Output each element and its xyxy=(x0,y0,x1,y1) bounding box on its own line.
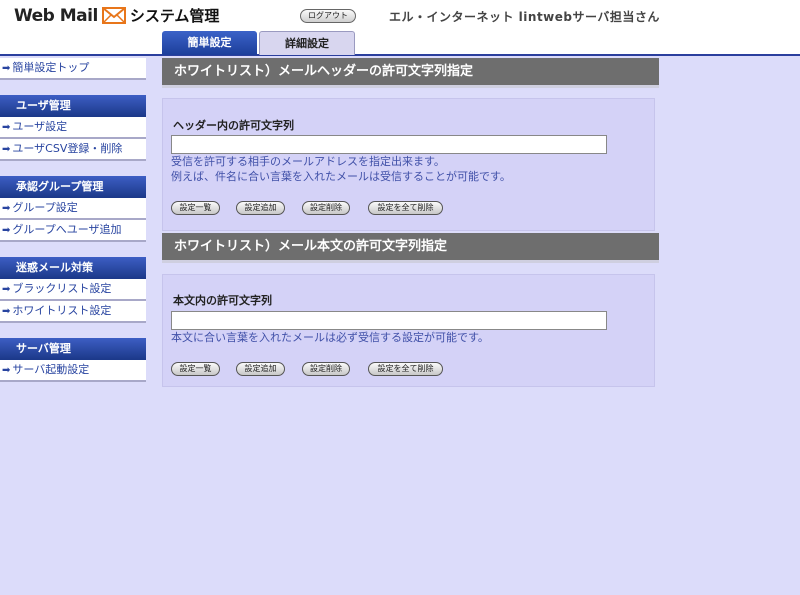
tab-simple-settings[interactable]: 簡単設定 xyxy=(162,31,257,55)
sidebar-item-server-start[interactable]: ➡ サーバ起動設定 xyxy=(0,360,146,382)
field-label-header-string: ヘッダー内の許可文字列 xyxy=(173,119,294,132)
description-text: 受信を許可する相手のメールアドレスを指定出来ます。 例えば、件名に合い言葉を入れ… xyxy=(171,154,511,184)
sidebar-heading-spam: 迷惑メール対策 xyxy=(0,257,146,279)
sidebar-item-label: ユーザ設定 xyxy=(12,120,68,133)
app-logo: Web Mail システム管理 xyxy=(14,5,219,26)
logo-text-webmail: Web Mail xyxy=(14,5,98,26)
top-bar: Web Mail システム管理 ログアウト エル・インターネット lintweb… xyxy=(0,0,800,56)
add-setting-button[interactable]: 設定追加 xyxy=(236,362,285,376)
body-string-input[interactable] xyxy=(171,311,607,330)
field-label-body-string: 本文内の許可文字列 xyxy=(173,294,272,307)
sidebar: ➡ 簡単設定トップ ユーザ管理 ➡ ユーザ設定 ➡ ユーザCSV登録・削除 承認グルー… xyxy=(0,58,146,382)
logout-button[interactable]: ログアウト xyxy=(300,9,356,23)
section-title-header-whitelist: ホワイトリスト）メールヘッダーの許可文字列指定 xyxy=(162,58,659,88)
description-line: 受信を許可する相手のメールアドレスを指定出来ます。 xyxy=(171,155,445,168)
sidebar-item-label: ユーザCSV登録・削除 xyxy=(12,142,123,155)
arrow-right-icon: ➡ xyxy=(2,144,11,155)
delete-all-settings-button[interactable]: 設定を全て削除 xyxy=(368,362,443,376)
sidebar-item-label: サーバ起動設定 xyxy=(12,363,90,376)
description-line: 本文に合い言葉を入れたメールは必ず受信する設定が可能です。 xyxy=(171,331,489,344)
sidebar-heading-approval-groups: 承認グループ管理 xyxy=(0,176,146,198)
delete-setting-button[interactable]: 設定削除 xyxy=(302,201,350,215)
sidebar-item-label: 簡単設定トップ xyxy=(12,61,90,74)
delete-setting-button[interactable]: 設定削除 xyxy=(302,362,350,376)
arrow-right-icon: ➡ xyxy=(2,225,11,236)
logo-text-system: システム管理 xyxy=(129,7,220,25)
envelope-icon xyxy=(101,7,126,24)
sidebar-item-label: ホワイトリスト設定 xyxy=(12,304,112,317)
sidebar-item-label: ブラックリスト設定 xyxy=(12,282,112,295)
description-line: 例えば、件名に合い言葉を入れたメールは受信することが可能です。 xyxy=(171,170,511,183)
sidebar-item-user-csv[interactable]: ➡ ユーザCSV登録・削除 xyxy=(0,139,146,161)
body-whitelist-panel: 本文内の許可文字列 本文に合い言葉を入れたメールは必ず受信する設定が可能です。 … xyxy=(162,274,655,387)
user-info: エル・インターネット lintwebサーバ担当さん xyxy=(389,10,660,24)
sidebar-item-simple-top[interactable]: ➡ 簡単設定トップ xyxy=(0,58,146,80)
header-string-input[interactable] xyxy=(171,135,607,154)
list-settings-button[interactable]: 設定一覧 xyxy=(171,362,220,376)
sidebar-item-blacklist[interactable]: ➡ ブラックリスト設定 xyxy=(0,279,146,301)
header-whitelist-panel: ヘッダー内の許可文字列 受信を許可する相手のメールアドレスを指定出来ます。 例え… xyxy=(162,98,655,231)
sidebar-item-label: グループ設定 xyxy=(12,201,78,214)
arrow-right-icon: ➡ xyxy=(2,284,11,295)
section-title-body-whitelist: ホワイトリスト）メール本文の許可文字列指定 xyxy=(162,233,659,263)
list-settings-button[interactable]: 設定一覧 xyxy=(171,201,220,215)
sidebar-item-whitelist[interactable]: ➡ ホワイトリスト設定 xyxy=(0,301,146,323)
add-setting-button[interactable]: 設定追加 xyxy=(236,201,285,215)
arrow-right-icon: ➡ xyxy=(2,203,11,214)
arrow-right-icon: ➡ xyxy=(2,63,11,74)
arrow-right-icon: ➡ xyxy=(2,365,11,376)
tab-detailed-settings[interactable]: 詳細設定 xyxy=(259,31,355,55)
description-text: 本文に合い言葉を入れたメールは必ず受信する設定が可能です。 xyxy=(171,330,489,345)
sidebar-item-label: グループへユーザ追加 xyxy=(12,223,122,236)
sidebar-heading-server: サーバ管理 xyxy=(0,338,146,360)
sidebar-heading-user-management: ユーザ管理 xyxy=(0,95,146,117)
arrow-right-icon: ➡ xyxy=(2,306,11,317)
sidebar-item-user-settings[interactable]: ➡ ユーザ設定 xyxy=(0,117,146,139)
sidebar-item-group-settings[interactable]: ➡ グループ設定 xyxy=(0,198,146,220)
arrow-right-icon: ➡ xyxy=(2,122,11,133)
delete-all-settings-button[interactable]: 設定を全て削除 xyxy=(368,201,443,215)
sidebar-item-add-user-to-group[interactable]: ➡ グループへユーザ追加 xyxy=(0,220,146,242)
